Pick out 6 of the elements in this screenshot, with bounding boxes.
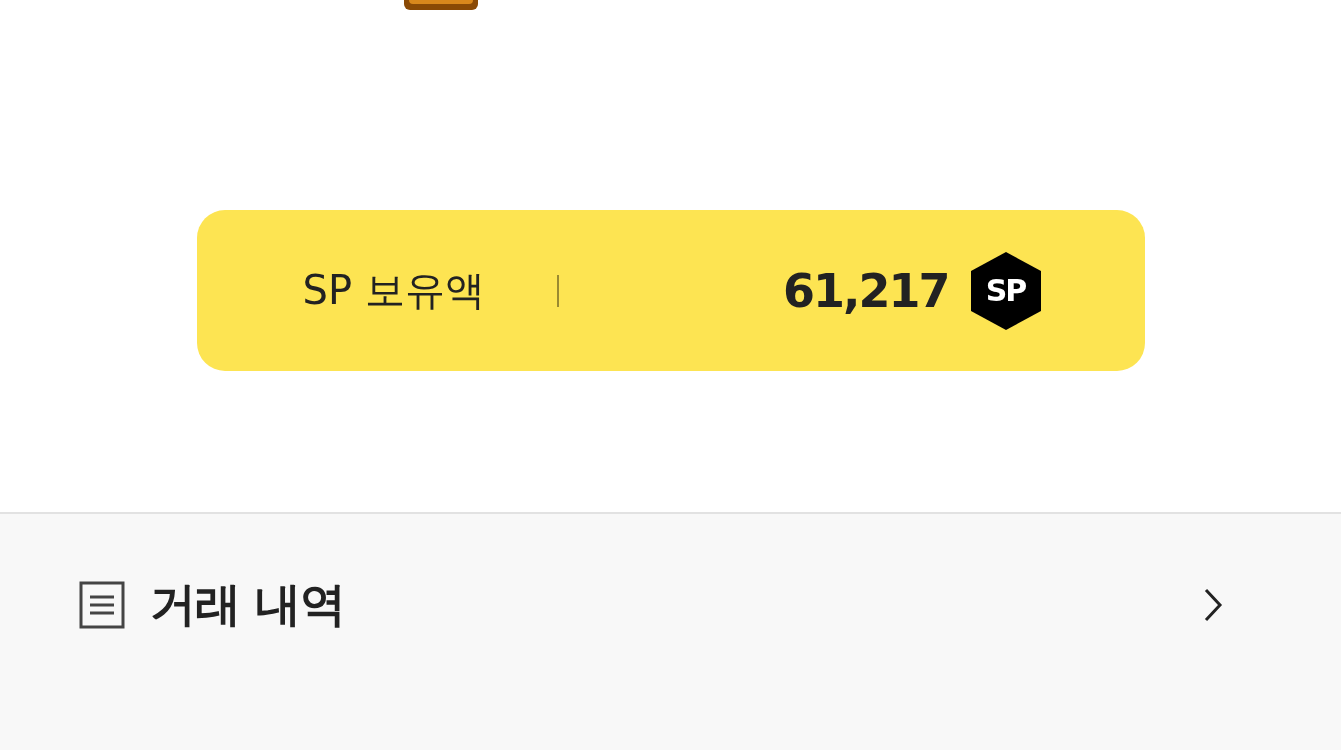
document-icon <box>78 580 126 630</box>
sp-badge: SP <box>970 251 1041 330</box>
balance-label: SP 보유액 <box>302 266 486 315</box>
menu-item[interactable]: 거래 내역 <box>0 575 1341 635</box>
chevron-right-icon <box>1203 588 1223 622</box>
balance-amount: 61,217 <box>783 263 949 318</box>
